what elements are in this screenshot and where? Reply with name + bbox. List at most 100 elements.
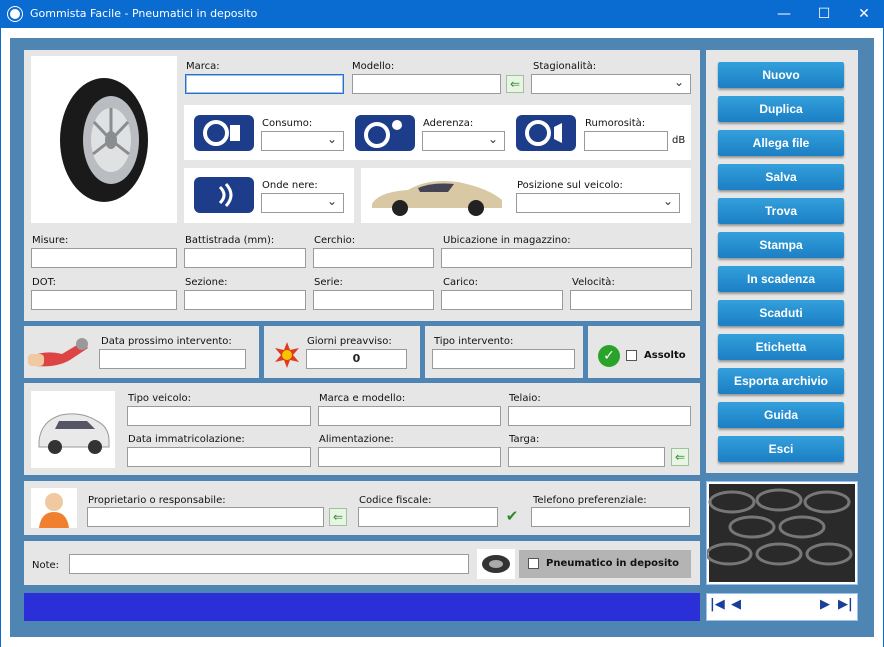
in-scadenza-button[interactable]: In scadenza	[718, 266, 844, 292]
giorni-preavviso-input[interactable]: 0	[306, 349, 407, 369]
battistrada-input[interactable]	[184, 248, 306, 268]
data-immatricolazione-input[interactable]	[127, 447, 311, 467]
noise-icon	[516, 115, 576, 151]
rumorosita-label: Rumorosità:	[585, 118, 646, 129]
cerchio-input[interactable]	[313, 248, 434, 268]
aderenza-select[interactable]	[422, 131, 505, 151]
ubicazione-input[interactable]	[441, 248, 692, 268]
duplica-button[interactable]: Duplica	[718, 96, 844, 122]
tipo-veicolo-label: Tipo veicolo:	[128, 393, 191, 404]
telefono-label: Telefono preferenziale:	[533, 495, 647, 506]
codice-fiscale-label: Codice fiscale:	[359, 495, 432, 506]
dot-input[interactable]	[31, 290, 177, 310]
record-navigation	[706, 593, 858, 621]
telaio-input[interactable]	[508, 406, 691, 426]
marca-label: Marca:	[186, 61, 220, 72]
proprietario-pick-button[interactable]: ⇐	[329, 508, 347, 526]
assolto-checkbox[interactable]	[626, 350, 637, 361]
tire-icon	[60, 78, 148, 202]
rumorosita-input[interactable]	[584, 131, 668, 151]
assolto-label: Assolto	[644, 350, 686, 361]
ubicazione-label: Ubicazione in magazzino:	[443, 235, 571, 246]
velocita-input[interactable]	[570, 290, 692, 310]
tire-image	[31, 56, 177, 223]
sezione-label: Sezione:	[185, 277, 228, 288]
proprietario-input[interactable]	[87, 507, 324, 527]
small-car-icon	[38, 413, 110, 454]
minimize-button[interactable]: —	[764, 0, 804, 28]
stampa-button[interactable]: Stampa	[718, 232, 844, 258]
stagionalita-select[interactable]	[531, 74, 691, 94]
first-record-button[interactable]: |◀	[710, 597, 725, 612]
modello-input[interactable]	[352, 74, 501, 94]
tire-pile-icon	[705, 484, 855, 582]
data-immatricolazione-label: Data immatricolazione:	[128, 434, 245, 445]
guida-button[interactable]: Guida	[718, 402, 844, 428]
esporta-archivio-button[interactable]: Esporta archivio	[718, 368, 844, 394]
deposito-label: Pneumatico in deposito	[546, 558, 680, 569]
battistrada-label: Battistrada (mm):	[185, 235, 275, 246]
tire-small-icon	[482, 555, 510, 573]
marca-modello-input[interactable]	[318, 406, 501, 426]
last-record-button[interactable]: ▶|	[838, 597, 853, 612]
targa-input[interactable]	[508, 447, 665, 467]
scaduti-button[interactable]: Scaduti	[718, 300, 844, 326]
telefono-input[interactable]	[531, 507, 690, 527]
modello-label: Modello:	[352, 61, 395, 72]
consumo-label: Consumo:	[262, 118, 313, 129]
check-circle-icon: ✓	[598, 345, 620, 367]
serie-input[interactable]	[313, 290, 434, 310]
etichetta-button[interactable]: Etichetta	[718, 334, 844, 360]
posizione-label: Posizione sul veicolo:	[517, 180, 623, 191]
prev-record-button[interactable]: ◀	[731, 597, 741, 612]
salva-button[interactable]: Salva	[718, 164, 844, 190]
wet-grip-icon	[355, 115, 415, 151]
alimentazione-input[interactable]	[318, 447, 501, 467]
marca-modello-label: Marca e modello:	[319, 393, 406, 404]
note-label: Note:	[32, 560, 60, 571]
trova-button[interactable]: Trova	[718, 198, 844, 224]
tipo-intervento-input[interactable]	[432, 349, 575, 369]
modello-pick-button[interactable]: ⇐	[506, 75, 524, 93]
tipo-veicolo-input[interactable]	[127, 406, 311, 426]
allega-file-button[interactable]: Allega file	[718, 130, 844, 156]
wrench-icon	[26, 332, 90, 372]
carico-label: Carico:	[443, 277, 478, 288]
marca-input[interactable]	[185, 74, 344, 94]
sports-car-icon	[368, 174, 508, 218]
close-button[interactable]: ✕	[844, 0, 884, 28]
onde-nere-select[interactable]	[261, 193, 344, 213]
posizione-select[interactable]	[516, 193, 680, 213]
title-bar: Gommista Facile - Pneumatici in deposito…	[0, 0, 884, 28]
consumo-select[interactable]	[261, 131, 344, 151]
dot-label: DOT:	[32, 277, 56, 288]
nuovo-button[interactable]: Nuovo	[718, 62, 844, 88]
person-icon	[39, 493, 69, 528]
proprietario-label: Proprietario o responsabile:	[88, 495, 226, 506]
misure-label: Misure:	[32, 235, 69, 246]
fuel-consumption-icon	[194, 115, 254, 151]
misure-input[interactable]	[31, 248, 177, 268]
esci-button[interactable]: Esci	[718, 436, 844, 462]
owner-photo	[31, 488, 77, 528]
maximize-button[interactable]: ☐	[804, 0, 844, 28]
cerchio-label: Cerchio:	[314, 235, 356, 246]
aderenza-label: Aderenza:	[423, 118, 474, 129]
next-record-button[interactable]: ▶	[820, 597, 830, 612]
codice-fiscale-check-icon[interactable]: ✔	[503, 507, 521, 525]
codice-fiscale-input[interactable]	[358, 507, 498, 527]
status-bar	[24, 593, 700, 621]
carico-input[interactable]	[441, 290, 563, 310]
targa-pick-button[interactable]: ⇐	[671, 448, 689, 466]
car-image	[31, 391, 115, 468]
alert-starburst-icon	[274, 342, 300, 368]
sezione-input[interactable]	[184, 290, 306, 310]
tire-pile-image	[705, 481, 858, 585]
giorni-preavviso-label: Giorni preavviso:	[307, 336, 392, 347]
note-input[interactable]	[69, 554, 469, 574]
sound-wave-icon	[194, 177, 254, 213]
deposito-checkbox[interactable]	[528, 558, 539, 569]
data-prossimo-input[interactable]	[99, 349, 246, 369]
db-unit: dB	[672, 135, 686, 146]
tipo-intervento-label: Tipo intervento:	[434, 336, 514, 347]
